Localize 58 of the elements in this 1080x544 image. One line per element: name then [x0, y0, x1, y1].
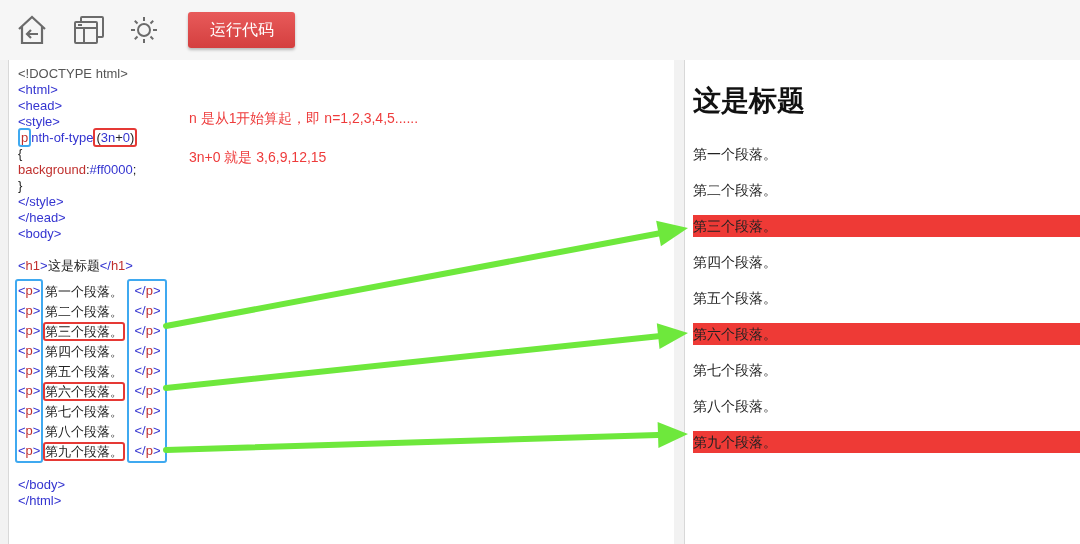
code-line: {	[18, 146, 23, 162]
annotation-note: n 是从1开始算起，即 n=1,2,3,4,5......	[189, 109, 419, 128]
sun-icon[interactable]	[130, 16, 158, 44]
code-tag: </p>	[134, 361, 161, 381]
preview-paragraph: 第三个段落。	[693, 215, 1080, 237]
preview-paragraph: 第四个段落。	[693, 253, 777, 272]
preview-paragraph: 第七个段落。	[693, 361, 777, 380]
code-line: <style>	[18, 114, 60, 130]
code-line: <!DOCTYPE html>	[18, 66, 128, 82]
window-layout-icon[interactable]	[74, 16, 104, 44]
code-text: 第三个段落。	[43, 321, 126, 341]
code-tag: <p>	[18, 421, 41, 441]
code-tag: </p>	[134, 281, 161, 301]
preview-paragraph: 第八个段落。	[693, 397, 777, 416]
code-line: </html>	[18, 493, 62, 509]
code-line: <h1>这是标题</h1>	[18, 258, 133, 274]
preview-paragraph: 第五个段落。	[693, 289, 777, 308]
code-line: <body>	[18, 226, 62, 242]
code-line: </style>	[18, 194, 64, 210]
preview-paragraph: 第一个段落。	[693, 145, 777, 164]
code-tag: <p>	[18, 301, 41, 321]
code-editor[interactable]	[8, 60, 674, 544]
code-line: }	[18, 178, 23, 194]
code-text: 第四个段落。	[44, 342, 125, 361]
code-line: p nth-of-type (3n+0)	[18, 130, 138, 146]
home-back-icon[interactable]	[16, 15, 48, 45]
preview-heading: 这是标题	[693, 83, 805, 119]
code-tag: <p>	[18, 441, 41, 461]
code-tag: </p>	[134, 301, 161, 321]
code-tag: <p>	[18, 341, 41, 361]
code-line: <html>	[18, 82, 58, 98]
preview-paragraph: 第二个段落。	[693, 181, 777, 200]
code-tag: </p>	[134, 321, 161, 341]
run-code-button[interactable]: 运行代码	[188, 12, 295, 48]
code-text: 第八个段落。	[44, 422, 125, 441]
code-line: <head>	[18, 98, 63, 114]
code-tag: </p>	[134, 401, 161, 421]
code-line: </body>	[18, 477, 65, 493]
code-line: </head>	[18, 210, 66, 226]
preview-paragraph: 第九个段落。	[693, 431, 1080, 453]
code-text: 第一个段落。	[44, 282, 125, 301]
code-text: 第七个段落。	[44, 402, 125, 421]
code-text: 第九个段落。	[43, 441, 126, 461]
code-text: 第二个段落。	[44, 302, 125, 321]
code-text: 第五个段落。	[44, 362, 125, 381]
code-tag: </p>	[134, 421, 161, 441]
code-tag: </p>	[134, 441, 161, 461]
code-tag: </p>	[134, 341, 161, 361]
code-tag: <p>	[18, 361, 41, 381]
code-tag: </p>	[134, 381, 161, 401]
code-tag: <p>	[18, 381, 41, 401]
code-tag: <p>	[18, 321, 41, 341]
code-tag: <p>	[18, 401, 41, 421]
code-text: 第六个段落。	[43, 381, 126, 401]
annotation-note: 3n+0 就是 3,6,9,12,15	[189, 148, 328, 167]
code-tag: <p>	[18, 281, 41, 301]
preview-paragraph: 第六个段落。	[693, 323, 1080, 345]
code-line: background:#ff0000;	[18, 162, 137, 178]
